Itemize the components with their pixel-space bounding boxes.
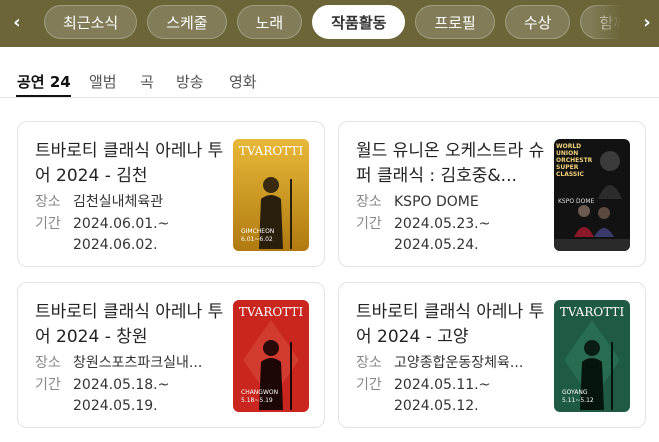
venue-row: 장소 고양종합운동장체육... — [356, 353, 542, 374]
chips-fade — [590, 0, 635, 47]
performance-title: 트바로티 클래식 아레나 투어 2024 - 창원 — [35, 302, 224, 347]
performance-poster: TVAROTTI GIMCHEON 6.01~6.02 — [233, 139, 309, 251]
chip-schedule[interactable]: 스케줄 — [147, 5, 227, 39]
venue-value: KSPO DOME — [394, 194, 479, 210]
tab-performances-label: 공연 — [17, 73, 45, 91]
tab-performances[interactable]: 공연 24 — [17, 71, 71, 92]
performance-poster: TVAROTTI CHANGWON 5.18~5.19 — [233, 300, 309, 412]
period-row: 기간 2024.05.18.~ 2024.05.19. — [35, 375, 221, 417]
poster-city: CHANGWON — [241, 389, 278, 396]
venue-value: 창원스포츠파크실내... — [73, 355, 203, 371]
chip-awards[interactable]: 수상 — [504, 5, 571, 39]
scroll-left-icon[interactable]: ‹ — [6, 8, 28, 38]
performance-title: 트바로티 클래식 아레나 투어 2024 - 고양 — [356, 302, 545, 347]
tab-albums[interactable]: 앨범 — [89, 71, 117, 92]
tab-songs[interactable]: 곡 — [140, 71, 154, 92]
tab-divider — [0, 97, 659, 98]
performance-poster: WORLD UNION ORCHESTRA SUPER CLASSIC KSPO… — [554, 139, 630, 251]
performance-card[interactable]: 트바로티 클래식 아레나 투어 2024 - 고양 장소 고양종합운동장체육...… — [338, 282, 646, 428]
period-start: 2024.06.01.~ — [73, 216, 170, 232]
performance-card[interactable]: 트바로티 클래식 아레나 투어 2024 - 김천 장소 김천실내체육관 기간 20… — [17, 121, 325, 267]
period-row: 기간 2024.05.23.~ 2024.05.24. — [356, 214, 542, 256]
poster-dates: 5.18~5.19 — [241, 397, 273, 404]
tab-movies[interactable]: 영화 — [229, 71, 257, 92]
poster-dates: 5.11~5.12 — [562, 397, 594, 404]
performance-poster: TVAROTTI GOYANG 5.11~5.12 — [554, 300, 630, 412]
chip-songs[interactable]: 노래 — [236, 5, 303, 39]
performance-card[interactable]: 월드 유니온 오케스트라 슈퍼 클래식 : 김호중&... 장소 KSPO DOM… — [338, 121, 646, 267]
venue-value: 김천실내체육관 — [73, 194, 164, 210]
poster-title: WORLD UNION ORCHESTRA SUPER CLASSIC — [556, 143, 592, 178]
venue-value: 고양종합운동장체육... — [394, 355, 524, 371]
period-label: 기간 — [35, 377, 61, 393]
poster-title: TVAROTTI — [239, 144, 304, 158]
venue-label: 장소 — [356, 355, 382, 371]
category-chips: 최근소식스케줄노래작품활동프로필수상함께 들은 아 — [44, 5, 634, 41]
venue-row: 장소 김천실내체육관 — [35, 192, 221, 213]
period-start: 2024.05.11.~ — [394, 377, 491, 393]
poster-city: GIMCHEON — [241, 228, 274, 235]
tab-broadcasts[interactable]: 방송 — [176, 71, 204, 92]
period-end: 2024.05.12. — [394, 398, 479, 414]
chip-recent-news[interactable]: 최근소식 — [44, 5, 138, 39]
period-label: 기간 — [35, 216, 61, 232]
poster-venue: KSPO DOME — [558, 198, 595, 205]
tab-performances-count: 24 — [49, 73, 71, 91]
performance-card[interactable]: 트바로티 클래식 아레나 투어 2024 - 창원 장소 창원스포츠파크실내...… — [17, 282, 325, 428]
period-end: 2024.05.24. — [394, 237, 479, 253]
period-end: 2024.05.19. — [73, 398, 158, 414]
venue-label: 장소 — [356, 194, 382, 210]
period-row: 기간 2024.06.01.~ 2024.06.02. — [35, 214, 221, 256]
period-end: 2024.06.02. — [73, 237, 158, 253]
poster-dates: 6.01~6.02 — [241, 236, 273, 243]
performance-title: 트바로티 클래식 아레나 투어 2024 - 김천 — [35, 141, 224, 186]
chip-profile[interactable]: 프로필 — [415, 5, 495, 39]
category-bar: ‹ 최근소식스케줄노래작품활동프로필수상함께 들은 아 › — [0, 0, 659, 47]
poster-city: GOYANG — [562, 389, 588, 396]
scroll-right-icon[interactable]: › — [636, 8, 658, 38]
poster-title: TVAROTTI — [560, 305, 625, 319]
performance-title: 월드 유니온 오케스트라 슈퍼 클래식 : 김호중&... — [356, 141, 545, 186]
period-row: 기간 2024.05.11.~ 2024.05.12. — [356, 375, 542, 417]
works-subtabs: 공연 24 앨범 곡 방송 영화 — [0, 47, 659, 109]
venue-row: 장소 KSPO DOME — [356, 192, 542, 213]
period-start: 2024.05.23.~ — [394, 216, 491, 232]
venue-label: 장소 — [35, 194, 61, 210]
chip-works[interactable]: 작품활동 — [312, 5, 406, 39]
period-label: 기간 — [356, 377, 382, 393]
period-label: 기간 — [356, 216, 382, 232]
poster-title: TVAROTTI — [239, 305, 304, 319]
venue-label: 장소 — [35, 355, 61, 371]
venue-row: 장소 창원스포츠파크실내... — [35, 353, 221, 374]
period-start: 2024.05.18.~ — [73, 377, 170, 393]
